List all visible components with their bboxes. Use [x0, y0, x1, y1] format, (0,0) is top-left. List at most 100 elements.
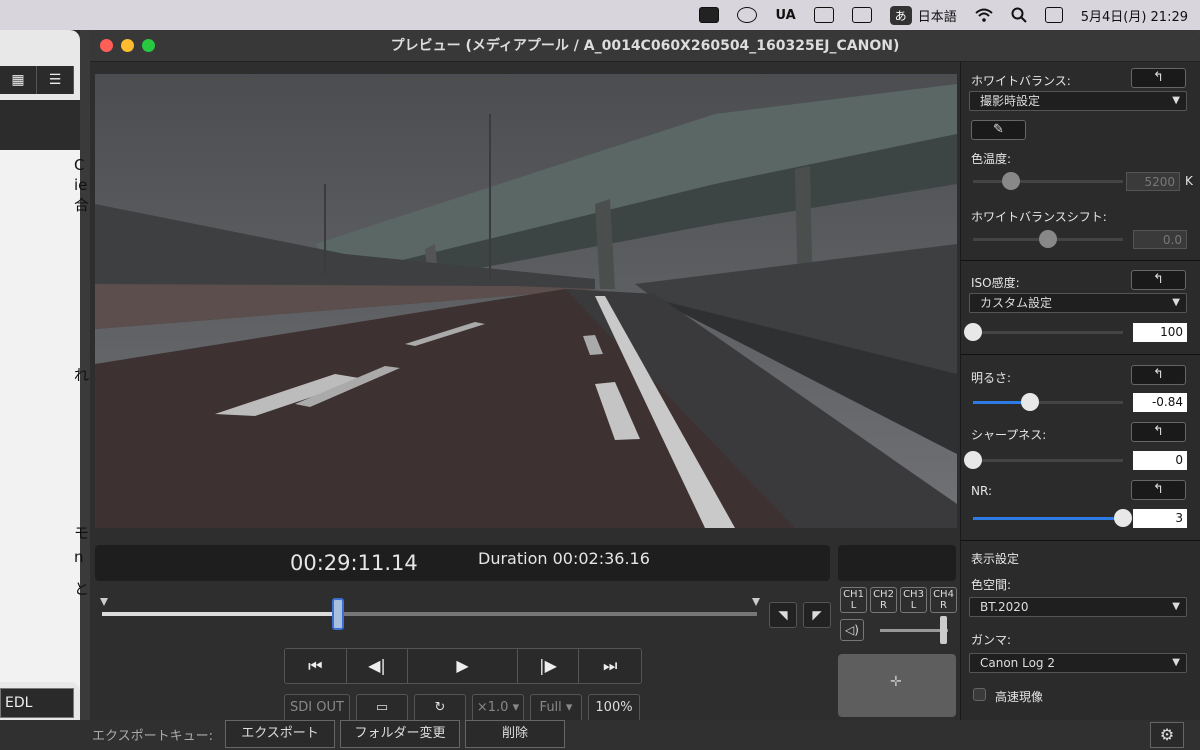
wifi-icon[interactable]: [975, 8, 993, 22]
color-temp-knob[interactable]: [1001, 172, 1020, 190]
development-settings-panel: ホワイトバランス: ↰ 撮影時設定 ▼ ✎ 色温度: 5200 K ホワイトバラン…: [961, 62, 1200, 750]
change-folder-button[interactable]: フォルダー変更: [340, 720, 460, 748]
loop-icon[interactable]: ↻: [414, 694, 466, 722]
brightness-reset-button[interactable]: ↰: [1131, 365, 1186, 385]
camera-search-icon[interactable]: [813, 7, 834, 23]
audio-channel-3-button[interactable]: CH3 L: [900, 587, 927, 613]
nr-slider-fill: [973, 517, 1123, 520]
ua-menu[interactable]: UA: [775, 8, 795, 23]
color-temp-label: 色温度:: [971, 152, 1012, 166]
sdi-out-button[interactable]: SDI OUT: [284, 694, 350, 722]
gear-icon[interactable]: ⚙: [1150, 722, 1184, 748]
white-balance-select[interactable]: 撮影時設定 ▼: [969, 91, 1187, 111]
cloud-sync-icon[interactable]: [737, 7, 758, 23]
window-titlebar: プレビュー (メディアプール / A_0014C060X260504_16032…: [90, 30, 1200, 62]
iso-mode-select[interactable]: カスタム設定 ▼: [969, 293, 1187, 313]
view-switcher: ▦ ☰: [0, 66, 74, 94]
playback-options: SDI OUT ▭ ↻ ×1.0 ▾ Full ▾ 100%: [284, 694, 640, 722]
display-icon[interactable]: [851, 7, 872, 23]
fast-development-label: 高速現像: [995, 690, 1044, 704]
go-to-end-button[interactable]: ⏭: [579, 649, 641, 683]
brightness-input[interactable]: -0.84: [1133, 393, 1187, 412]
in-point-marker[interactable]: [100, 598, 108, 606]
nr-label: NR:: [971, 484, 992, 498]
background-app-content: C ie 合 れ モ n と: [0, 150, 89, 710]
audio-channel-2-button[interactable]: CH2 R: [870, 587, 897, 613]
nr-slider[interactable]: [973, 517, 1123, 520]
previous-frame-button[interactable]: ◀|: [346, 649, 409, 683]
color-temp-slider[interactable]: [973, 180, 1123, 183]
colorspace-select[interactable]: BT.2020 ▼: [969, 597, 1187, 617]
color-temp-input[interactable]: 5200: [1126, 172, 1180, 191]
brightness-label: 明るさ:: [971, 371, 1012, 385]
export-queue-label: エクスポートキュー:: [92, 729, 213, 744]
nr-knob[interactable]: [1114, 509, 1132, 527]
preview-window: プレビュー (メディアプール / A_0014C060X260504_16032…: [90, 30, 1200, 750]
list-view-icon[interactable]: ☰: [37, 66, 74, 94]
iso-knob[interactable]: [964, 323, 982, 341]
nr-reset-button[interactable]: ↰: [1131, 480, 1186, 500]
iso-label: ISO感度:: [971, 276, 1020, 290]
sharpness-knob[interactable]: [964, 451, 982, 469]
playhead-handle[interactable]: [331, 598, 344, 630]
channel-side: R: [880, 600, 887, 611]
audio-channel-4-button[interactable]: CH4 R: [930, 587, 957, 613]
section-divider: [961, 354, 1200, 355]
sharpness-reset-button[interactable]: ↰: [1131, 422, 1186, 442]
audio-channel-1-button[interactable]: CH1 L: [840, 587, 867, 613]
eyedropper-button[interactable]: ✎: [971, 120, 1026, 140]
nr-input[interactable]: 3: [1133, 509, 1187, 528]
resolution-select[interactable]: Full ▾: [530, 694, 582, 722]
wb-shift-knob[interactable]: [1039, 230, 1057, 248]
wb-shift-input[interactable]: 0.0: [1133, 230, 1187, 249]
sharpness-slider[interactable]: [973, 459, 1123, 462]
gamma-select[interactable]: Canon Log 2 ▼: [969, 653, 1187, 673]
next-frame-button[interactable]: |▶: [517, 649, 580, 683]
scrub-progress: [102, 612, 338, 616]
play-button[interactable]: ▶: [408, 649, 518, 683]
transport-controls: ⏮ ◀| ▶ |▶ ⏭: [284, 648, 642, 684]
safe-area-button[interactable]: ▭: [356, 694, 408, 722]
fast-development-checkbox[interactable]: [973, 688, 986, 701]
position-pad[interactable]: ✛: [838, 654, 956, 717]
go-to-start-button[interactable]: ⏮: [285, 649, 347, 683]
colorspace-value: BT.2020: [980, 600, 1029, 614]
speaker-icon[interactable]: ◁): [840, 619, 864, 641]
channel-side: L: [850, 600, 857, 611]
brightness-knob[interactable]: [1021, 393, 1039, 411]
clock[interactable]: 5月4日(月) 21:29: [1081, 6, 1188, 25]
playback-speed-select[interactable]: ×1.0 ▾: [472, 694, 524, 722]
bg-text-fragment: C: [74, 156, 85, 174]
iso-reset-button[interactable]: ↰: [1131, 270, 1186, 290]
zoom-button[interactable]: 100%: [588, 694, 640, 722]
spotlight-search-icon[interactable]: [1011, 7, 1027, 23]
video-preview[interactable]: [95, 74, 957, 528]
set-out-point-button[interactable]: ◤: [803, 602, 831, 628]
bg-text-fragment: モ: [74, 524, 90, 542]
window-title: プレビュー (メディアプール / A_0014C060X260504_16032…: [390, 38, 900, 54]
edl-button[interactable]: EDL: [0, 688, 74, 718]
iso-slider[interactable]: [973, 331, 1123, 334]
background-app-window: ▦ ☰ C ie 合 れ モ n と: [0, 30, 89, 750]
export-button[interactable]: エクスポート: [225, 720, 335, 748]
white-balance-reset-button[interactable]: ↰: [1131, 68, 1186, 88]
bg-text-fragment: 合: [74, 196, 90, 214]
app-status-icon[interactable]: [699, 7, 720, 23]
brightness-slider[interactable]: [973, 401, 1123, 404]
out-point-marker[interactable]: [752, 598, 760, 606]
chevron-down-icon: ▼: [1172, 657, 1180, 668]
delete-button[interactable]: 削除: [465, 720, 565, 748]
iso-mode-value: カスタム設定: [980, 296, 1053, 310]
channel-name: CH2: [873, 589, 894, 600]
gamma-label: ガンマ:: [971, 633, 1012, 647]
iso-input[interactable]: 100: [1133, 323, 1187, 342]
set-in-point-button[interactable]: ◥: [769, 602, 797, 628]
grid-view-icon[interactable]: ▦: [0, 66, 37, 94]
bg-text-fragment: と: [74, 580, 90, 598]
volume-slider[interactable]: [880, 629, 948, 632]
scrub-bar[interactable]: [102, 612, 757, 616]
input-source-menu[interactable]: あ 日本語: [889, 5, 957, 25]
sharpness-input[interactable]: 0: [1133, 451, 1187, 470]
volume-knob[interactable]: [940, 616, 947, 644]
control-center-icon[interactable]: [1044, 7, 1063, 23]
